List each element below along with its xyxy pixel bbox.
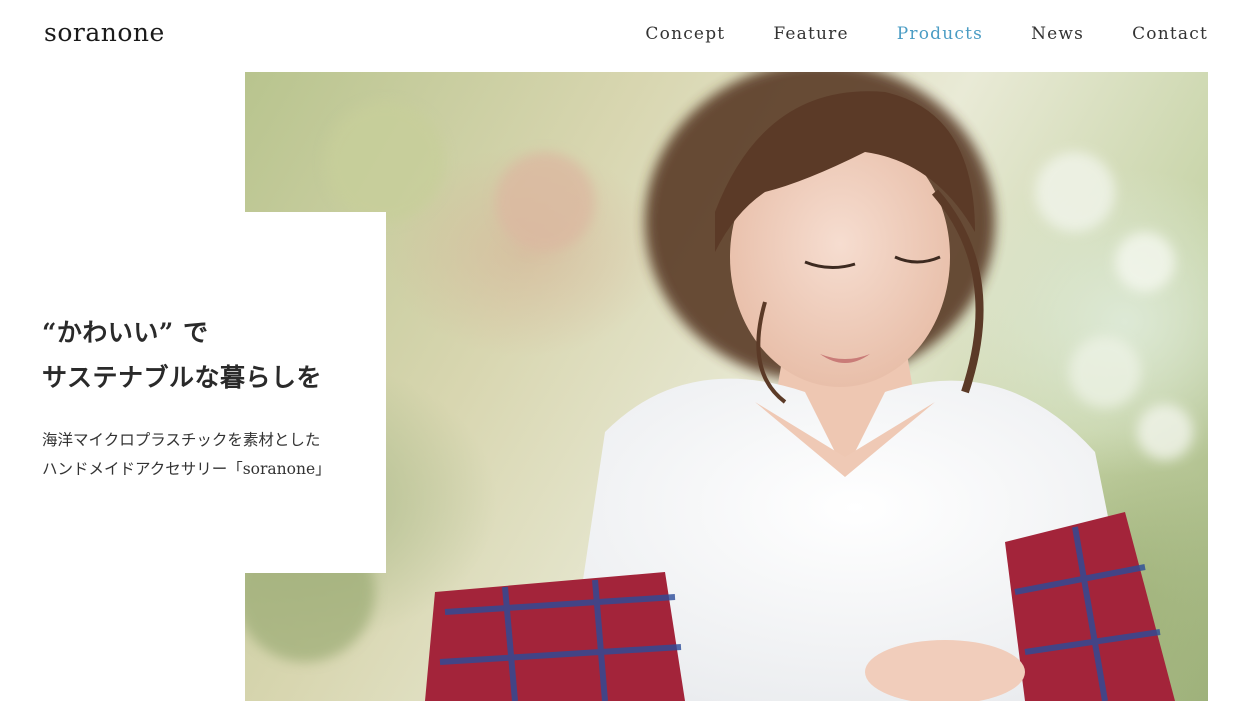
main-nav: Concept Feature Products News Contact [645, 24, 1208, 44]
nav-link-contact[interactable]: Contact [1132, 24, 1208, 44]
nav-link-products[interactable]: Products [897, 24, 983, 44]
hero-photo-illustration [245, 72, 1193, 701]
nav-link-news[interactable]: News [1031, 24, 1084, 44]
nav-item-products: Products [897, 24, 983, 44]
nav-item-contact: Contact [1132, 24, 1208, 44]
hero-headline-line1: “かわいい” で [42, 318, 209, 347]
hero-description-line1: 海洋マイクロプラスチックを素材とした [42, 431, 321, 449]
hero-headline-line2: サステナブルな暮らしを [42, 363, 323, 392]
page: soranone Concept Feature Products News C… [0, 0, 1250, 701]
hero-headline: “かわいい” で サステナブルな暮らしを [42, 310, 322, 400]
nav-item-concept: Concept [645, 24, 725, 44]
nav-item-feature: Feature [773, 24, 848, 44]
hero-description: 海洋マイクロプラスチックを素材とした ハンドメイドアクセサリー「soranone… [42, 426, 331, 484]
nav-link-feature[interactable]: Feature [773, 24, 848, 44]
hero-image [245, 72, 1208, 701]
site-logo[interactable]: soranone [44, 18, 165, 47]
nav-item-news: News [1031, 24, 1084, 44]
hero-description-line2: ハンドメイドアクセサリー「soranone」 [42, 460, 331, 478]
nav-link-concept[interactable]: Concept [645, 24, 725, 44]
